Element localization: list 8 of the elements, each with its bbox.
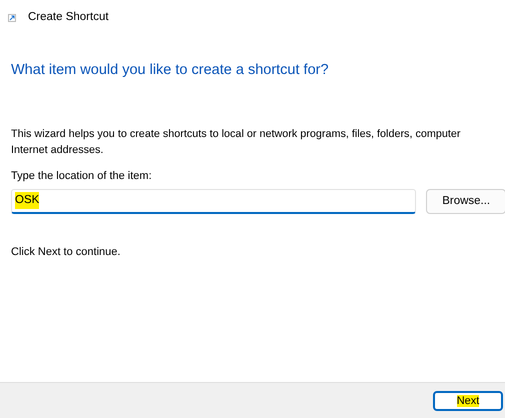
window-title: Create Shortcut [28,10,109,25]
wizard-heading: What item would you like to create a shortcut for? [11,62,330,80]
instruction-text: Click Next to continue. [11,244,122,260]
wizard-description: This wizard helps you to create shortcuts to local or network programs, files, folders, computer Internet addresses. [11,126,460,158]
browse-button[interactable]: Browse... [426,188,505,214]
shortcut-icon [8,14,16,22]
field-label: Type the location of the item: [11,169,153,184]
location-input-field[interactable]: OSK [11,188,416,214]
